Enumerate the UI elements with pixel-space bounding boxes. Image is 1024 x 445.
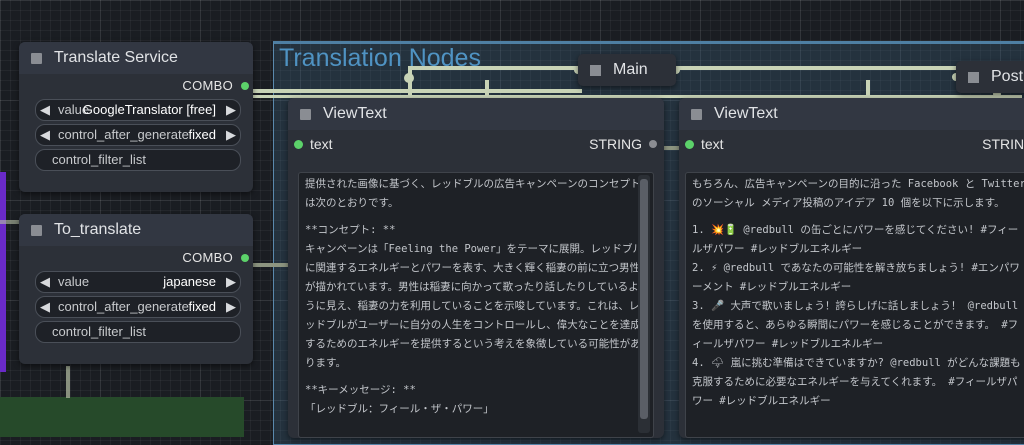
node-viewtext-2[interactable]: ViewText text STRING もちろん、広告キャンペーンの目的に沿っ… [679, 98, 1024, 438]
node-title: To_translate [54, 221, 142, 238]
text-display-area[interactable]: もちろん、広告キャンペーンの目的に沿った Facebook と Twitter … [685, 172, 1024, 438]
text-paragraph: **コンセプト: ** キャンペーンは「Feeling the Power」をテ… [305, 224, 643, 369]
input-slot[interactable] [294, 140, 303, 149]
arrow-right-icon[interactable]: ▶ [226, 299, 236, 315]
collapse-toggle-icon[interactable] [31, 52, 42, 64]
collapse-toggle-icon[interactable] [590, 64, 601, 76]
output-label: STRING [982, 136, 1024, 152]
text-paragraph: 1. 💥🔋 @redbull の缶ごとにパワーを感じてください! #フィールザパ… [692, 224, 1021, 407]
text-paragraph: **キーメッセージ: ** 「レッドブル：フィール・ザ・パワー」 [305, 384, 494, 415]
node-translate-service[interactable]: Translate Service COMBO ◀ value GoogleTr… [19, 42, 253, 192]
arrow-right-icon[interactable]: ▶ [226, 102, 236, 118]
output-slot[interactable] [241, 82, 249, 90]
arrow-left-icon[interactable]: ◀ [40, 299, 50, 315]
input-label: text [701, 136, 724, 152]
node-title-bar[interactable]: To_translate [19, 214, 253, 246]
text-paragraph: 提供された画像に基づく、レッドブルの広告キャンペーンのコンセプトは次のとおりです… [305, 178, 641, 209]
input-label: text [310, 136, 333, 152]
node-to-translate[interactable]: To_translate COMBO ◀ value japanese ▶ ◀ … [19, 214, 253, 364]
offscreen-node-edge [0, 172, 6, 372]
value-combo[interactable]: ◀ value GoogleTranslator [free] ▶ [35, 99, 241, 121]
output-slot[interactable] [649, 140, 657, 148]
scrollbar[interactable]: ▲ [638, 175, 650, 433]
control-after-generate-combo[interactable]: ◀ control_after_generate fixed ▶ [35, 296, 241, 318]
widget-name: control_after_generate [58, 127, 189, 142]
arrow-right-icon[interactable]: ▶ [226, 127, 236, 143]
node-title: Post [991, 68, 1024, 85]
arrow-left-icon[interactable]: ◀ [40, 274, 50, 290]
wire-combo-1 [252, 89, 582, 93]
node-post[interactable]: Post [956, 61, 1024, 93]
control-after-generate-combo[interactable]: ◀ control_after_generate fixed ▶ [35, 124, 241, 146]
control-filter-list-button[interactable]: control_filter_list [35, 321, 241, 343]
reroute-dot[interactable] [404, 73, 414, 83]
node-title: ViewText [714, 105, 778, 122]
arrow-right-icon[interactable]: ▶ [226, 274, 236, 290]
text-paragraph: もちろん、広告キャンペーンの目的に沿った Facebook と Twitter … [692, 178, 1024, 209]
arrow-left-icon[interactable]: ◀ [40, 127, 50, 143]
button-label: control_filter_list [52, 324, 146, 339]
io-row: text STRING [288, 130, 664, 158]
wire-vert [866, 80, 870, 96]
input-slot[interactable] [685, 140, 694, 149]
widget-name: control_after_generate [58, 299, 189, 314]
wire-segment [66, 366, 70, 398]
arrow-left-icon[interactable]: ◀ [40, 102, 50, 118]
output-label: COMBO [182, 250, 233, 265]
collapse-toggle-icon[interactable] [691, 108, 702, 120]
text-display-area[interactable]: 提供された画像に基づく、レッドブルの広告キャンペーンのコンセプトは次のとおりです… [298, 172, 654, 438]
wire-main [410, 66, 582, 70]
node-viewtext-1[interactable]: ViewText text STRING 提供された画像に基づく、レッドブルの広… [288, 98, 664, 438]
wire-string [664, 146, 680, 150]
widget-value: fixed [188, 127, 216, 142]
output-row: COMBO [19, 74, 253, 96]
node-title-bar[interactable]: Translate Service [19, 42, 253, 74]
offscreen-group-edge [0, 397, 244, 437]
node-title-bar[interactable]: ViewText [288, 98, 664, 130]
wire-vert [485, 80, 489, 96]
node-main[interactable]: Main [578, 54, 676, 86]
wire-post [676, 66, 958, 70]
node-title: Translate Service [54, 49, 178, 66]
node-title-bar[interactable]: ViewText [679, 98, 1024, 130]
output-label: STRING [589, 136, 642, 152]
collapse-toggle-icon[interactable] [31, 224, 42, 236]
button-label: control_filter_list [52, 152, 146, 167]
collapse-toggle-icon[interactable] [300, 108, 311, 120]
io-row: text STRING [679, 130, 1024, 158]
output-row: COMBO [19, 246, 253, 268]
wire-segment [0, 220, 20, 224]
output-label: COMBO [182, 78, 233, 93]
collapse-toggle-icon[interactable] [968, 71, 979, 83]
widget-value: fixed [188, 299, 216, 314]
output-slot[interactable] [241, 254, 249, 262]
control-filter-list-button[interactable]: control_filter_list [35, 149, 241, 171]
node-title: Main [613, 61, 648, 78]
widget-value: japanese [163, 274, 216, 289]
value-combo[interactable]: ◀ value japanese ▶ [35, 271, 241, 293]
node-title: ViewText [323, 105, 387, 122]
widget-name: value [58, 274, 90, 289]
widget-value: GoogleTranslator [free] [82, 102, 216, 117]
wire-combo-3 [252, 263, 292, 267]
scrollbar-thumb[interactable] [640, 179, 648, 419]
